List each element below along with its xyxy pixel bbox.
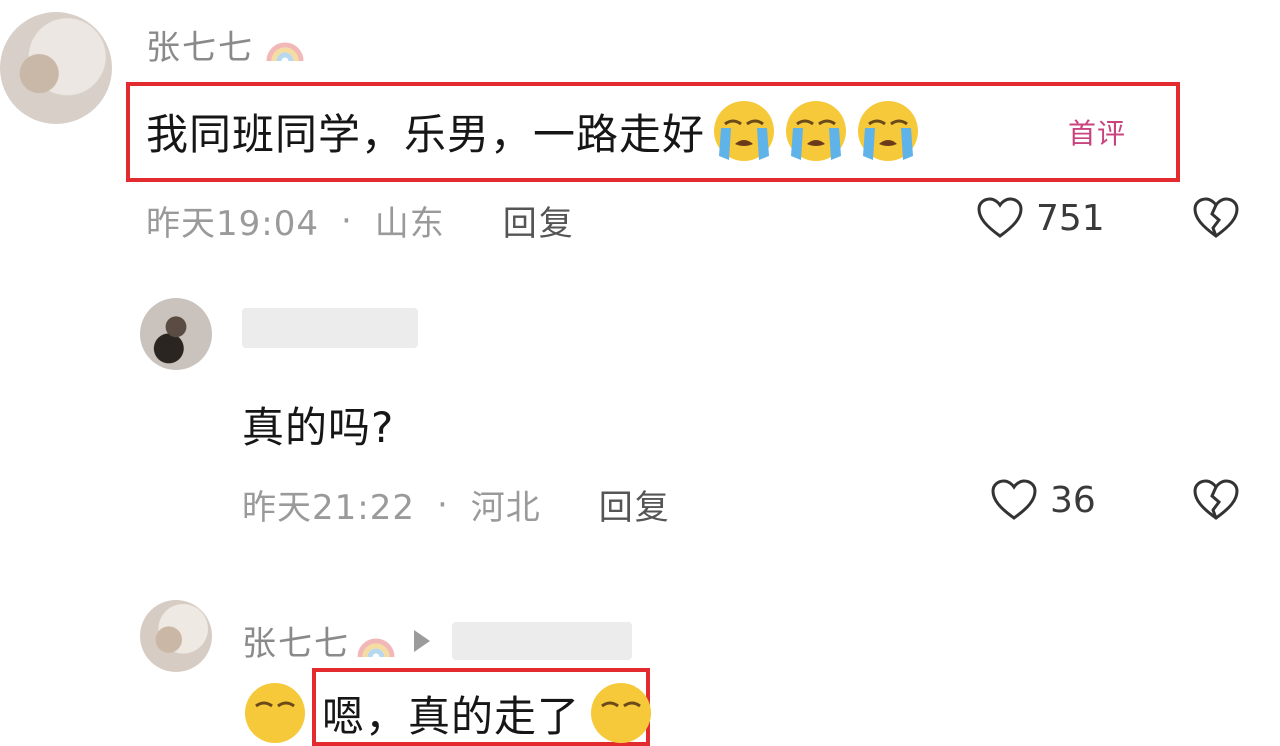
play-icon — [414, 629, 430, 652]
crying-emoji-icon — [245, 683, 305, 743]
blurred-username — [452, 621, 632, 660]
like-count: 36 — [1050, 479, 1096, 521]
meta-separator: · — [340, 200, 353, 241]
reply-meta: 昨天21:22 · 河北 回复 — [242, 480, 671, 529]
crying-emoji-icon — [786, 101, 847, 161]
comment-meta: 昨天19:04 · 山东 回复 — [146, 196, 575, 245]
like-button[interactable]: 751 — [976, 196, 1105, 240]
reply-body: 嗯，真的走了 — [242, 680, 654, 746]
reply-text: 嗯，真的走了 — [322, 691, 581, 741]
reply-location: 河北 — [470, 488, 541, 528]
comment-body: 我同班同学，乐男，一路走好 — [146, 96, 921, 166]
comment-text: 我同班同学，乐男，一路走好 — [146, 109, 706, 159]
comment-time: 昨天19:04 — [146, 204, 319, 244]
reply-time: 昨天21:22 — [242, 488, 415, 528]
rainbow-badge-icon — [266, 42, 304, 62]
avatar[interactable] — [0, 12, 112, 124]
broken-heart-icon[interactable] — [1192, 196, 1240, 240]
reply-avatar[interactable] — [140, 298, 212, 370]
reply-text: 真的吗? — [242, 403, 395, 452]
reply-header: 张七七 — [242, 616, 632, 665]
crying-emoji-icon — [591, 683, 652, 743]
first-comment-badge: 首评 — [1068, 117, 1127, 150]
crying-emoji-icon — [858, 101, 919, 161]
reply-button[interactable]: 回复 — [503, 196, 575, 245]
reply-button[interactable]: 回复 — [599, 480, 671, 529]
broken-heart-icon[interactable] — [1192, 478, 1240, 522]
reply-avatar[interactable] — [140, 600, 212, 672]
crying-emoji-icon — [714, 101, 775, 161]
like-button[interactable]: 36 — [990, 478, 1096, 522]
comment-header: 张七七 — [146, 20, 305, 69]
username[interactable]: 张七七 — [146, 28, 254, 68]
heart-icon — [977, 197, 1023, 238]
heart-icon — [991, 479, 1037, 520]
meta-separator: · — [436, 484, 449, 525]
username[interactable]: 张七七 — [242, 616, 350, 665]
comment-location: 山东 — [374, 204, 445, 244]
rainbow-badge-icon — [357, 638, 395, 657]
like-count: 751 — [1036, 197, 1105, 239]
blurred-username — [242, 308, 418, 348]
